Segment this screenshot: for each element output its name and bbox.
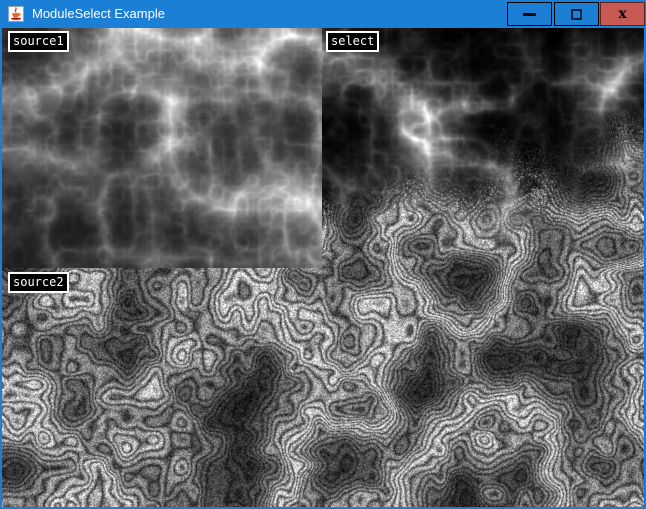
java-coffee-cup-icon[interactable] xyxy=(8,6,24,22)
maximize-icon xyxy=(571,9,582,20)
app-window: ModuleSelect Example x source1 select so… xyxy=(0,0,646,509)
minimize-icon xyxy=(523,13,536,16)
noise-render-area: source1 select source2 xyxy=(2,28,644,507)
select-label: select xyxy=(326,31,379,52)
source1-label: source1 xyxy=(8,31,69,52)
source1-noise-render xyxy=(2,28,322,268)
source2-label: source2 xyxy=(8,272,69,293)
close-icon: x xyxy=(618,7,626,21)
close-button[interactable]: x xyxy=(600,2,645,26)
titlebar[interactable]: ModuleSelect Example x xyxy=(0,0,646,28)
maximize-button[interactable] xyxy=(554,2,599,26)
source2-noise-render xyxy=(2,268,322,507)
window-controls: x xyxy=(507,2,645,26)
minimize-button[interactable] xyxy=(507,2,552,26)
